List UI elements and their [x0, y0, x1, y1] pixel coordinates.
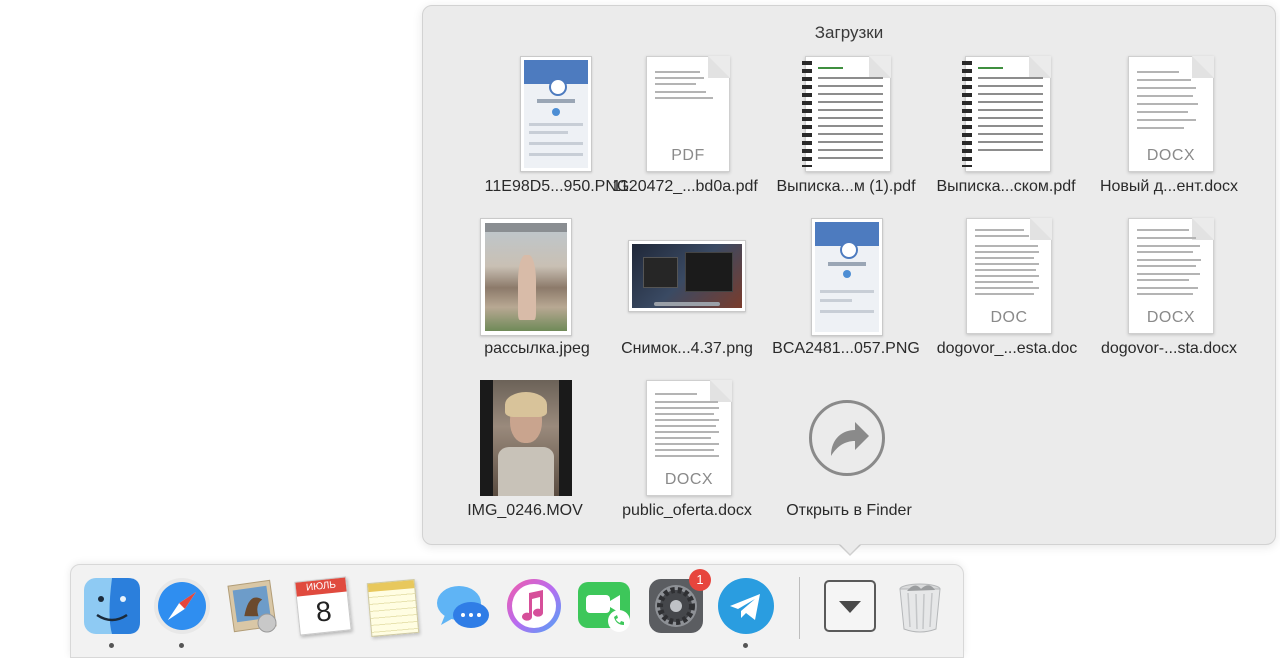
- stack-item-public-oferta[interactable]: DOCX public_oferta.docx: [606, 378, 768, 528]
- dock-mail[interactable]: [223, 577, 281, 635]
- pdf-spiral-statement-icon: [765, 54, 927, 176]
- dock-telegram[interactable]: [717, 577, 775, 635]
- photo-thumbnail: [456, 216, 618, 338]
- finder-icon: [84, 578, 140, 634]
- stack-item-rassylka[interactable]: рассылка.jpeg: [456, 216, 618, 366]
- trash-icon: [899, 583, 941, 633]
- downloads-stack-popover: Загрузки 11E98D5...950.PNG PDF 1120472_.…: [422, 5, 1276, 545]
- running-indicator: [109, 643, 114, 648]
- mail-icon: [227, 579, 277, 633]
- desktop-screenshot-thumbnail: [606, 216, 768, 338]
- pdf-document-icon: PDF: [604, 54, 766, 176]
- item-label: dogovor_...esta.doc: [936, 340, 1078, 357]
- stack-item-1120472[interactable]: PDF 1120472_...bd0a.pdf: [604, 54, 766, 204]
- itunes-icon: [507, 579, 561, 633]
- dock-facetime[interactable]: [575, 577, 633, 635]
- stack-title: Загрузки: [814, 23, 884, 42]
- running-indicator: [179, 643, 184, 648]
- pdf-spiral-statement-icon: [925, 54, 1087, 176]
- dock-downloads-stack[interactable]: [821, 577, 879, 635]
- item-label: рассылка.jpeg: [484, 340, 590, 357]
- open-in-finder-button[interactable]: Открыть в Finder: [768, 378, 930, 528]
- docx-document-icon: DOCX: [606, 378, 768, 500]
- docx-document-icon: DOCX: [1088, 216, 1250, 338]
- dock-messages[interactable]: [433, 577, 491, 635]
- messages-icon: [437, 586, 489, 628]
- stack-item-dogovor-doc[interactable]: DOC dogovor_...esta.doc: [926, 216, 1088, 366]
- item-label: BCA2481...057.PNG: [772, 340, 920, 357]
- dock: ИЮЛЬ 8 1: [70, 564, 964, 658]
- notification-badge: 1: [689, 569, 711, 591]
- stack-item-novyy-dokument[interactable]: DOCX Новый д...ент.docx: [1088, 54, 1250, 204]
- dock-itunes[interactable]: [505, 577, 563, 635]
- downloads-arrow-icon: [824, 580, 876, 632]
- stack-item-vypiska-2[interactable]: Выписка...ском.pdf: [925, 54, 1087, 204]
- stack-item-bca2481[interactable]: BCA2481...057.PNG: [765, 216, 927, 366]
- stack-item-dogovor-docx[interactable]: DOCX dogovor-...sta.docx: [1088, 216, 1250, 366]
- telegram-icon: [718, 578, 774, 634]
- item-label: Снимок...4.37.png: [621, 340, 753, 357]
- running-indicator: [743, 643, 748, 648]
- item-label: Открыть в Finder: [786, 502, 912, 519]
- stack-item-img-0246[interactable]: IMG_0246.MOV: [444, 378, 606, 528]
- dock-notes[interactable]: [363, 577, 421, 637]
- dock-separator: [799, 577, 800, 639]
- safari-icon: [154, 578, 210, 634]
- phone-screenshot-thumbnail: [765, 216, 927, 338]
- facetime-icon: [578, 582, 630, 632]
- calendar-icon: ИЮЛЬ 8: [294, 576, 352, 636]
- item-label: dogovor-...sta.docx: [1100, 340, 1238, 357]
- doc-document-icon: DOC: [926, 216, 1088, 338]
- item-label: Новый д...ент.docx: [1099, 178, 1239, 195]
- item-label: Выписка...ском.pdf: [936, 178, 1076, 195]
- dock-finder[interactable]: [83, 577, 141, 635]
- dock-trash[interactable]: [891, 577, 949, 635]
- stack-item-snimok[interactable]: Снимок...4.37.png: [606, 216, 768, 366]
- calendar-day: 8: [314, 595, 333, 628]
- dock-system-preferences[interactable]: 1: [647, 569, 711, 635]
- notes-icon: [366, 579, 420, 637]
- stack-item-vypiska-1[interactable]: Выписка...м (1).pdf: [765, 54, 927, 204]
- dock-calendar[interactable]: ИЮЛЬ 8: [293, 576, 352, 636]
- item-label: Выписка...м (1).pdf: [776, 178, 916, 195]
- item-label: 1120472_...bd0a.pdf: [612, 178, 758, 195]
- open-in-finder-arrow-icon: [768, 378, 930, 500]
- item-label: public_oferta.docx: [622, 502, 752, 519]
- stack-arrow: [838, 542, 862, 554]
- docx-document-icon: DOCX: [1088, 54, 1250, 176]
- item-label: IMG_0246.MOV: [467, 502, 583, 519]
- video-thumbnail: [444, 378, 606, 500]
- dock-safari[interactable]: [153, 577, 211, 635]
